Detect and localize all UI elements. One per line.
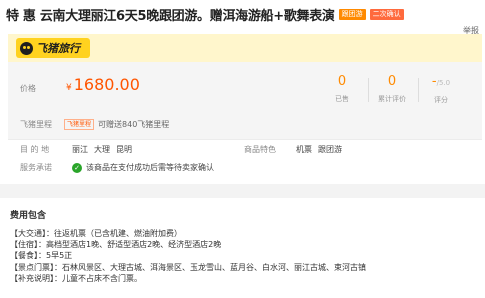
- destination-value: 丽江: [72, 145, 88, 154]
- cost-line: 【餐食】：5早5正: [10, 251, 73, 261]
- stat-reviews-value: 0: [387, 74, 397, 89]
- service-row: 服务承诺 ✓ 该商品在支付成功后需等待卖家确认: [20, 162, 220, 173]
- stat-rating-label: 评分: [434, 96, 448, 104]
- feature-value: 机票: [296, 145, 312, 154]
- points-text: 可赠送840飞猪里程: [98, 120, 170, 129]
- tag-group-tour: 跟团游: [338, 8, 366, 20]
- features-row: 商品特色 机票 跟团游: [244, 144, 348, 155]
- service-label: 服务承诺: [20, 163, 52, 172]
- section-divider: [0, 184, 485, 198]
- points-row: 飞猪里程 飞猪里程 可赠送840飞猪里程: [20, 119, 169, 130]
- stat-sold-value: 0: [337, 74, 347, 89]
- feature-value: 跟团游: [318, 145, 342, 154]
- rating-scale: /5.0: [436, 79, 451, 87]
- price-value: ¥1680.00: [66, 75, 140, 94]
- destination-value: 昆明: [116, 145, 132, 154]
- price-label: 价格: [20, 84, 36, 93]
- cost-line: 【住宿】：高档型酒店1晚、舒适型酒店2晚、经济型酒店2晚: [10, 240, 222, 250]
- currency-symbol: ¥: [66, 83, 72, 93]
- stat-sold: 0 已售: [322, 74, 362, 104]
- stat-rating-value: -/5.0: [421, 74, 461, 91]
- destination-label: 目 的 地: [20, 145, 50, 154]
- stat-sold-label: 已售: [335, 95, 349, 103]
- points-tag: 飞猪里程: [64, 119, 95, 130]
- stat-reviews-label: 累计评价: [378, 95, 406, 103]
- points-label: 飞猪里程: [20, 120, 52, 129]
- stat-reviews[interactable]: 0 累计评价: [372, 74, 412, 104]
- fliggy-mascot-icon: [20, 41, 33, 55]
- cost-line: 【景点门票】：石林风景区、大理古城、洱海景区、玉龙雪山、蓝月谷、白水河、丽江古城…: [10, 262, 366, 272]
- stat-divider: [368, 78, 369, 102]
- product-title-row: 特 惠 云南大理丽江6天5晚跟团游。赠洱海游船+歌舞表演 跟团游 二次确认: [6, 3, 480, 25]
- product-info-card: 飞猪旅行 价格 ¥1680.00 0 已售 0 累计评价 -/5.0 评分 飞猪…: [8, 34, 482, 183]
- features-label: 商品特色: [244, 145, 276, 154]
- cost-section-title: 费用包含: [10, 211, 47, 221]
- product-title: 特 惠 云南大理丽江6天5晚跟团游。赠洱海游船+歌舞表演: [6, 8, 335, 24]
- cost-list: 【大交通】：往返机票（已含机建、燃油附加费） 【住宿】：高档型酒店1晚、舒适型酒…: [10, 228, 366, 284]
- fliggy-logo[interactable]: 飞猪旅行: [16, 38, 90, 58]
- price-amount: 1680.00: [73, 75, 140, 94]
- cost-line: 【补充说明】：儿童不占床不含门票。: [10, 273, 142, 283]
- cost-line: 【大交通】：往返机票（已含机建、燃油附加费）: [10, 229, 182, 238]
- check-icon: ✓: [72, 162, 82, 173]
- logo-text: 飞猪旅行: [36, 42, 80, 55]
- destination-row: 目 的 地 丽江 大理 昆明: [20, 144, 138, 155]
- stat-divider: [418, 78, 419, 102]
- brand-header: 飞猪旅行: [8, 34, 482, 62]
- tag-reconfirm: 二次确认: [369, 8, 404, 20]
- stat-rating: -/5.0 评分: [421, 74, 461, 105]
- service-text: 该商品在支付成功后需等待卖家确认: [86, 163, 214, 172]
- destination-value: 大理: [94, 145, 110, 154]
